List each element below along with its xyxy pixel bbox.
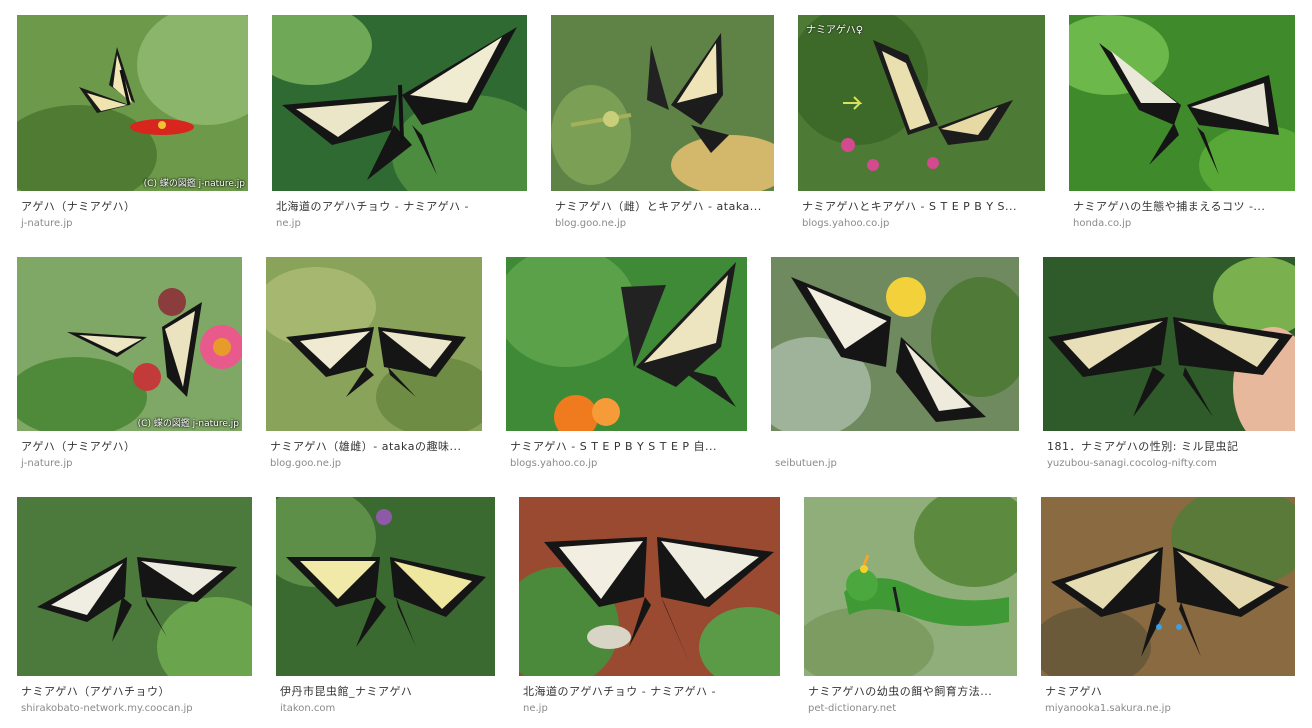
result-tile[interactable]: 181．ナミアゲハの性別: ミル昆虫記 yuzubou-sanagi.cocol… xyxy=(1043,257,1295,470)
result-source[interactable]: shirakobato-network.my.coocan.jp xyxy=(17,702,252,715)
result-thumbnail[interactable]: (C) 蝶の図鑑 j-nature.jp xyxy=(17,15,248,191)
result-title[interactable]: アゲハ（ナミアゲハ） xyxy=(17,440,242,454)
result-source[interactable]: honda.co.jp xyxy=(1069,217,1295,230)
result-tile[interactable]: ナミアゲハ♀ ナミアゲハとキアゲハ - S T E P B Y S... blo… xyxy=(798,15,1045,230)
result-tile[interactable]: (C) 蝶の図鑑 j-nature.jp アゲハ（ナミアゲハ） j-nature… xyxy=(17,15,248,230)
result-thumbnail[interactable]: (C) 蝶の図鑑 j-nature.jp xyxy=(17,257,242,431)
result-title[interactable]: ナミアゲハの生態や捕まえるコツ -... xyxy=(1069,200,1295,214)
result-source[interactable]: blog.goo.ne.jp xyxy=(266,457,482,470)
result-source[interactable]: ne.jp xyxy=(272,217,527,230)
result-thumbnail[interactable] xyxy=(1043,257,1295,431)
result-source[interactable]: yuzubou-sanagi.cocolog-nifty.com xyxy=(1043,457,1295,470)
result-thumbnail[interactable] xyxy=(272,15,527,191)
result-source[interactable]: blogs.yahoo.co.jp xyxy=(506,457,747,470)
result-tile[interactable]: ナミアゲハ - S T E P B Y S T E P 自... blogs.y… xyxy=(506,257,747,470)
result-title[interactable]: ナミアゲハ - S T E P B Y S T E P 自... xyxy=(506,440,747,454)
result-thumbnail[interactable] xyxy=(506,257,747,431)
result-thumbnail[interactable] xyxy=(551,15,774,191)
result-thumbnail[interactable] xyxy=(17,497,252,676)
result-thumbnail[interactable] xyxy=(266,257,482,431)
result-source[interactable]: blog.goo.ne.jp xyxy=(551,217,774,230)
result-title[interactable]: アゲハ（ナミアゲハ） xyxy=(17,200,248,214)
result-title[interactable]: 北海道のアゲハチョウ - ナミアゲハ - xyxy=(519,685,780,699)
result-title[interactable]: 北海道のアゲハチョウ - ナミアゲハ - xyxy=(272,200,527,214)
result-title[interactable] xyxy=(771,440,1019,454)
result-title[interactable]: ナミアゲハ（雄雌）- atakaの趣味... xyxy=(266,440,482,454)
result-source[interactable]: seibutuen.jp xyxy=(771,457,1019,470)
result-tile[interactable]: 伊丹市昆虫館_ナミアゲハ itakon.com xyxy=(276,497,495,715)
overlay-label: ナミアゲハ♀ xyxy=(806,25,864,36)
result-title[interactable]: ナミアゲハ xyxy=(1041,685,1295,699)
result-title[interactable]: ナミアゲハの幼虫の餌や飼育方法... xyxy=(804,685,1017,699)
result-tile[interactable]: 北海道のアゲハチョウ - ナミアゲハ - ne.jp xyxy=(272,15,527,230)
result-thumbnail[interactable] xyxy=(1041,497,1295,676)
result-tile[interactable]: seibutuen.jp xyxy=(771,257,1019,470)
result-tile[interactable]: ナミアゲハの幼虫の餌や飼育方法... pet-dictionary.net xyxy=(804,497,1017,715)
result-title[interactable]: ナミアゲハとキアゲハ - S T E P B Y S... xyxy=(798,200,1045,214)
result-tile[interactable]: ナミアゲハ（雄雌）- atakaの趣味... blog.goo.ne.jp xyxy=(266,257,482,470)
result-source[interactable]: miyanooka1.sakura.ne.jp xyxy=(1041,702,1295,715)
result-thumbnail[interactable]: ナミアゲハ♀ xyxy=(798,15,1045,191)
result-thumbnail[interactable] xyxy=(519,497,780,676)
result-thumbnail[interactable] xyxy=(804,497,1017,676)
result-source[interactable]: j-nature.jp xyxy=(17,457,242,470)
result-tile[interactable]: (C) 蝶の図鑑 j-nature.jp アゲハ（ナミアゲハ） j-nature… xyxy=(17,257,242,470)
result-source[interactable]: ne.jp xyxy=(519,702,780,715)
result-title[interactable]: ナミアゲハ（アゲハチョウ） xyxy=(17,685,252,699)
watermark-text: (C) 蝶の図鑑 j-nature.jp xyxy=(143,179,245,189)
watermark-text: (C) 蝶の図鑑 j-nature.jp xyxy=(137,419,239,429)
result-tile[interactable]: ナミアゲハ miyanooka1.sakura.ne.jp xyxy=(1041,497,1295,715)
result-thumbnail[interactable] xyxy=(1069,15,1295,191)
result-thumbnail[interactable] xyxy=(276,497,495,676)
result-tile[interactable]: ナミアゲハ（雌）とキアゲハ - ataka... blog.goo.ne.jp xyxy=(551,15,774,230)
result-tile[interactable]: ナミアゲハ（アゲハチョウ） shirakobato-network.my.coo… xyxy=(17,497,252,715)
result-source[interactable]: pet-dictionary.net xyxy=(804,702,1017,715)
result-source[interactable]: blogs.yahoo.co.jp xyxy=(798,217,1045,230)
result-title[interactable]: 伊丹市昆虫館_ナミアゲハ xyxy=(276,685,495,699)
result-thumbnail[interactable] xyxy=(771,257,1019,431)
result-tile[interactable]: 北海道のアゲハチョウ - ナミアゲハ - ne.jp xyxy=(519,497,780,715)
result-tile[interactable]: ナミアゲハの生態や捕まえるコツ -... honda.co.jp xyxy=(1069,15,1295,230)
result-source[interactable]: j-nature.jp xyxy=(17,217,248,230)
result-title[interactable]: 181．ナミアゲハの性別: ミル昆虫記 xyxy=(1043,440,1295,454)
result-source[interactable]: itakon.com xyxy=(276,702,495,715)
result-title[interactable]: ナミアゲハ（雌）とキアゲハ - ataka... xyxy=(551,200,774,214)
